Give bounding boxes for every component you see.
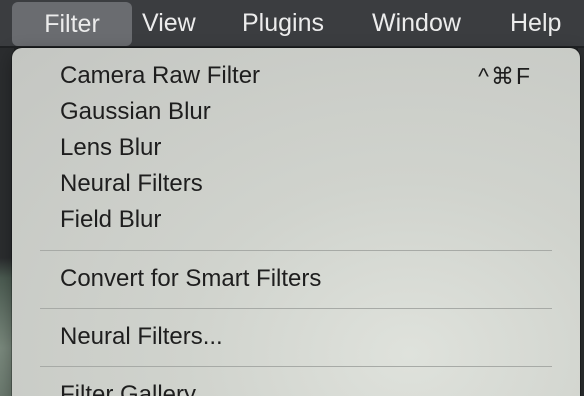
menu-item-gaussian-blur[interactable]: Gaussian Blur <box>60 94 550 130</box>
menubar-item-plugins[interactable]: Plugins <box>242 0 324 46</box>
menu-separator <box>40 250 552 251</box>
menu-separator <box>40 308 552 309</box>
menu-item-convert-for-smart-filters[interactable]: Convert for Smart Filters <box>60 261 550 297</box>
menu-item-neural-filters[interactable]: Neural Filters <box>60 166 550 202</box>
menu-bar: Filter View Plugins Window Help <box>0 0 584 46</box>
keyboard-shortcut: ^⌘F <box>478 63 532 89</box>
menu-item-camera-raw-filter[interactable]: Camera Raw Filter ^⌘F <box>60 58 550 94</box>
menu-item-neural-filters-dialog[interactable]: Neural Filters... <box>60 319 550 355</box>
menubar-item-filter[interactable]: Filter <box>12 2 132 46</box>
menu-item-field-blur[interactable]: Field Blur <box>60 202 550 238</box>
menu-item-filter-gallery[interactable]: Filter Gallery... <box>60 377 550 396</box>
menubar-item-window[interactable]: Window <box>372 0 461 46</box>
menu-item-label: Camera Raw Filter <box>60 62 261 89</box>
menubar-item-help[interactable]: Help <box>510 0 561 46</box>
menu-item-lens-blur[interactable]: Lens Blur <box>60 130 550 166</box>
menubar-item-view[interactable]: View <box>142 0 196 46</box>
menu-separator <box>40 366 552 367</box>
screen: Filter View Plugins Window Help Camera R… <box>0 0 584 396</box>
filter-dropdown-menu: Camera Raw Filter ^⌘F Gaussian Blur Lens… <box>12 48 580 396</box>
